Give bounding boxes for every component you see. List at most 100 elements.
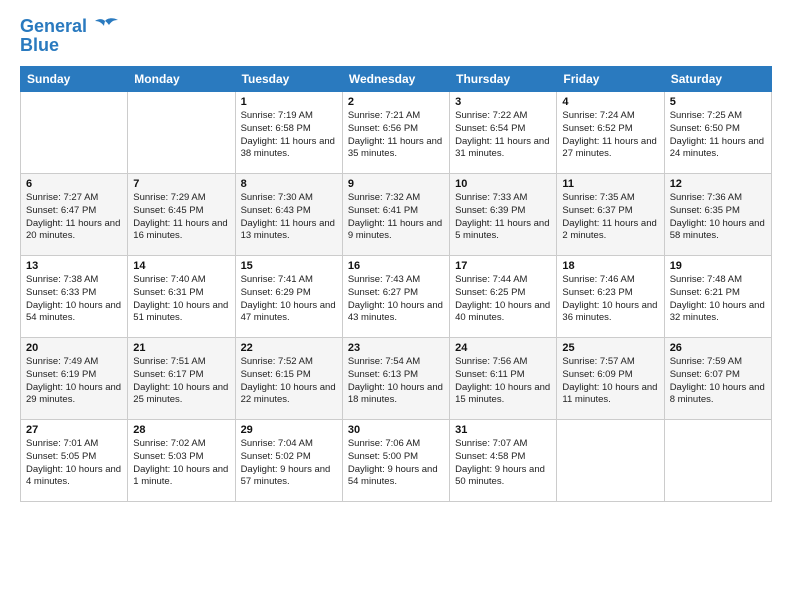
calendar-cell	[21, 92, 128, 174]
day-info: Sunrise: 7:52 AMSunset: 6:15 PMDaylight:…	[241, 356, 337, 407]
calendar-cell: 5 Sunrise: 7:25 AMSunset: 6:50 PMDaylight…	[664, 92, 771, 174]
day-number: 19	[670, 260, 766, 272]
col-thursday: Thursday	[450, 67, 557, 92]
day-number: 23	[348, 342, 444, 354]
day-info: Sunrise: 7:01 AMSunset: 5:05 PMDaylight:…	[26, 438, 122, 489]
day-info: Sunrise: 7:30 AMSunset: 6:43 PMDaylight:…	[241, 192, 337, 243]
logo-bird-icon	[91, 17, 119, 37]
col-saturday: Saturday	[664, 67, 771, 92]
calendar-table: Sunday Monday Tuesday Wednesday Thursday…	[20, 66, 772, 502]
day-number: 17	[455, 260, 551, 272]
day-info: Sunrise: 7:57 AMSunset: 6:09 PMDaylight:…	[562, 356, 658, 407]
day-number: 13	[26, 260, 122, 272]
calendar-week-row: 6 Sunrise: 7:27 AMSunset: 6:47 PMDaylight…	[21, 174, 772, 256]
calendar-cell: 23 Sunrise: 7:54 AMSunset: 6:13 PMDayligh…	[342, 338, 449, 420]
calendar-week-row: 20Sunrise: 7:49 AMSunset: 6:19 PMDayligh…	[21, 338, 772, 420]
day-info: Sunrise: 7:43 AMSunset: 6:27 PMDaylight:…	[348, 274, 444, 325]
day-info: Sunrise: 7:35 AMSunset: 6:37 PMDaylight:…	[562, 192, 658, 243]
day-info: Sunrise: 7:29 AMSunset: 6:45 PMDaylight:…	[133, 192, 229, 243]
day-info: Sunrise: 7:59 AMSunset: 6:07 PMDaylight:…	[670, 356, 766, 407]
day-info: Sunrise: 7:44 AMSunset: 6:25 PMDaylight:…	[455, 274, 551, 325]
calendar-week-row: 1Sunrise: 7:19 AMSunset: 6:58 PMDaylight…	[21, 92, 772, 174]
day-info: Sunrise: 7:56 AMSunset: 6:11 PMDaylight:…	[455, 356, 551, 407]
day-number: 15	[241, 260, 337, 272]
calendar-cell: 9 Sunrise: 7:32 AMSunset: 6:41 PMDaylight…	[342, 174, 449, 256]
calendar-cell: 7Sunrise: 7:29 AMSunset: 6:45 PMDaylight…	[128, 174, 235, 256]
calendar-cell: 22Sunrise: 7:52 AMSunset: 6:15 PMDayligh…	[235, 338, 342, 420]
logo-text: General	[20, 16, 87, 37]
day-info: Sunrise: 7:02 AMSunset: 5:03 PMDaylight:…	[133, 438, 229, 489]
calendar-cell: 30 Sunrise: 7:06 AMSunset: 5:00 PMDayligh…	[342, 420, 449, 502]
day-info: Sunrise: 7:54 AMSunset: 6:13 PMDaylight:…	[348, 356, 444, 407]
day-info: Sunrise: 7:40 AMSunset: 6:31 PMDaylight:…	[133, 274, 229, 325]
day-info: Sunrise: 7:25 AMSunset: 6:50 PMDaylight:…	[670, 110, 766, 161]
day-number: 29	[241, 424, 337, 436]
calendar-week-row: 27 Sunrise: 7:01 AMSunset: 5:05 PMDayligh…	[21, 420, 772, 502]
day-number: 31	[455, 424, 551, 436]
calendar-cell: 17 Sunrise: 7:44 AMSunset: 6:25 PMDayligh…	[450, 256, 557, 338]
calendar-cell: 15 Sunrise: 7:41 AMSunset: 6:29 PMDayligh…	[235, 256, 342, 338]
calendar-cell: 19 Sunrise: 7:48 AMSunset: 6:21 PMDayligh…	[664, 256, 771, 338]
calendar-cell: 20Sunrise: 7:49 AMSunset: 6:19 PMDayligh…	[21, 338, 128, 420]
col-wednesday: Wednesday	[342, 67, 449, 92]
calendar-cell: 8 Sunrise: 7:30 AMSunset: 6:43 PMDaylight…	[235, 174, 342, 256]
day-info: Sunrise: 7:24 AMSunset: 6:52 PMDaylight:…	[562, 110, 658, 161]
day-number: 14	[133, 260, 229, 272]
day-number: 24	[455, 342, 551, 354]
calendar-cell: 14 Sunrise: 7:40 AMSunset: 6:31 PMDayligh…	[128, 256, 235, 338]
day-info: Sunrise: 7:32 AMSunset: 6:41 PMDaylight:…	[348, 192, 444, 243]
col-friday: Friday	[557, 67, 664, 92]
day-number: 11	[562, 178, 658, 190]
day-number: 30	[348, 424, 444, 436]
col-monday: Monday	[128, 67, 235, 92]
day-info: Sunrise: 7:38 AMSunset: 6:33 PMDaylight:…	[26, 274, 122, 325]
calendar-cell: 26 Sunrise: 7:59 AMSunset: 6:07 PMDayligh…	[664, 338, 771, 420]
day-info: Sunrise: 7:19 AMSunset: 6:58 PMDaylight:…	[241, 110, 337, 161]
day-info: Sunrise: 7:22 AMSunset: 6:54 PMDaylight:…	[455, 110, 551, 161]
day-number: 10	[455, 178, 551, 190]
logo: General Blue	[20, 16, 119, 56]
day-info: Sunrise: 7:41 AMSunset: 6:29 PMDaylight:…	[241, 274, 337, 325]
calendar-cell: 18 Sunrise: 7:46 AMSunset: 6:23 PMDayligh…	[557, 256, 664, 338]
day-number: 6	[26, 178, 122, 190]
calendar-cell: 29 Sunrise: 7:04 AMSunset: 5:02 PMDayligh…	[235, 420, 342, 502]
day-number: 27	[26, 424, 122, 436]
day-info: Sunrise: 7:46 AMSunset: 6:23 PMDaylight:…	[562, 274, 658, 325]
day-number: 21	[133, 342, 229, 354]
day-number: 16	[348, 260, 444, 272]
col-sunday: Sunday	[21, 67, 128, 92]
calendar-cell: 4 Sunrise: 7:24 AMSunset: 6:52 PMDaylight…	[557, 92, 664, 174]
calendar-cell: 1Sunrise: 7:19 AMSunset: 6:58 PMDaylight…	[235, 92, 342, 174]
day-number: 8	[241, 178, 337, 190]
calendar-header-row: Sunday Monday Tuesday Wednesday Thursday…	[21, 67, 772, 92]
calendar-cell: 11 Sunrise: 7:35 AMSunset: 6:37 PMDayligh…	[557, 174, 664, 256]
calendar-cell: 16 Sunrise: 7:43 AMSunset: 6:27 PMDayligh…	[342, 256, 449, 338]
calendar-cell: 12Sunrise: 7:36 AMSunset: 6:35 PMDayligh…	[664, 174, 771, 256]
calendar-cell: 10 Sunrise: 7:33 AMSunset: 6:39 PMDayligh…	[450, 174, 557, 256]
calendar-cell	[664, 420, 771, 502]
col-tuesday: Tuesday	[235, 67, 342, 92]
calendar-week-row: 13 Sunrise: 7:38 AMSunset: 6:33 PMDayligh…	[21, 256, 772, 338]
calendar-cell: 2Sunrise: 7:21 AMSunset: 6:56 PMDaylight…	[342, 92, 449, 174]
calendar-cell	[128, 92, 235, 174]
calendar-cell: 21Sunrise: 7:51 AMSunset: 6:17 PMDayligh…	[128, 338, 235, 420]
calendar-cell: 25Sunrise: 7:57 AMSunset: 6:09 PMDayligh…	[557, 338, 664, 420]
day-number: 12	[670, 178, 766, 190]
calendar-cell: 3Sunrise: 7:22 AMSunset: 6:54 PMDaylight…	[450, 92, 557, 174]
day-number: 4	[562, 96, 658, 108]
day-number: 28	[133, 424, 229, 436]
day-info: Sunrise: 7:21 AMSunset: 6:56 PMDaylight:…	[348, 110, 444, 161]
day-info: Sunrise: 7:27 AMSunset: 6:47 PMDaylight:…	[26, 192, 122, 243]
day-number: 9	[348, 178, 444, 190]
day-number: 18	[562, 260, 658, 272]
day-number: 5	[670, 96, 766, 108]
calendar-cell: 28 Sunrise: 7:02 AMSunset: 5:03 PMDayligh…	[128, 420, 235, 502]
day-info: Sunrise: 7:33 AMSunset: 6:39 PMDaylight:…	[455, 192, 551, 243]
day-info: Sunrise: 7:04 AMSunset: 5:02 PMDaylight:…	[241, 438, 337, 489]
day-number: 26	[670, 342, 766, 354]
calendar-cell: 13 Sunrise: 7:38 AMSunset: 6:33 PMDayligh…	[21, 256, 128, 338]
calendar-cell: 6 Sunrise: 7:27 AMSunset: 6:47 PMDaylight…	[21, 174, 128, 256]
day-info: Sunrise: 7:48 AMSunset: 6:21 PMDaylight:…	[670, 274, 766, 325]
day-number: 20	[26, 342, 122, 354]
day-info: Sunrise: 7:06 AMSunset: 5:00 PMDaylight:…	[348, 438, 444, 489]
